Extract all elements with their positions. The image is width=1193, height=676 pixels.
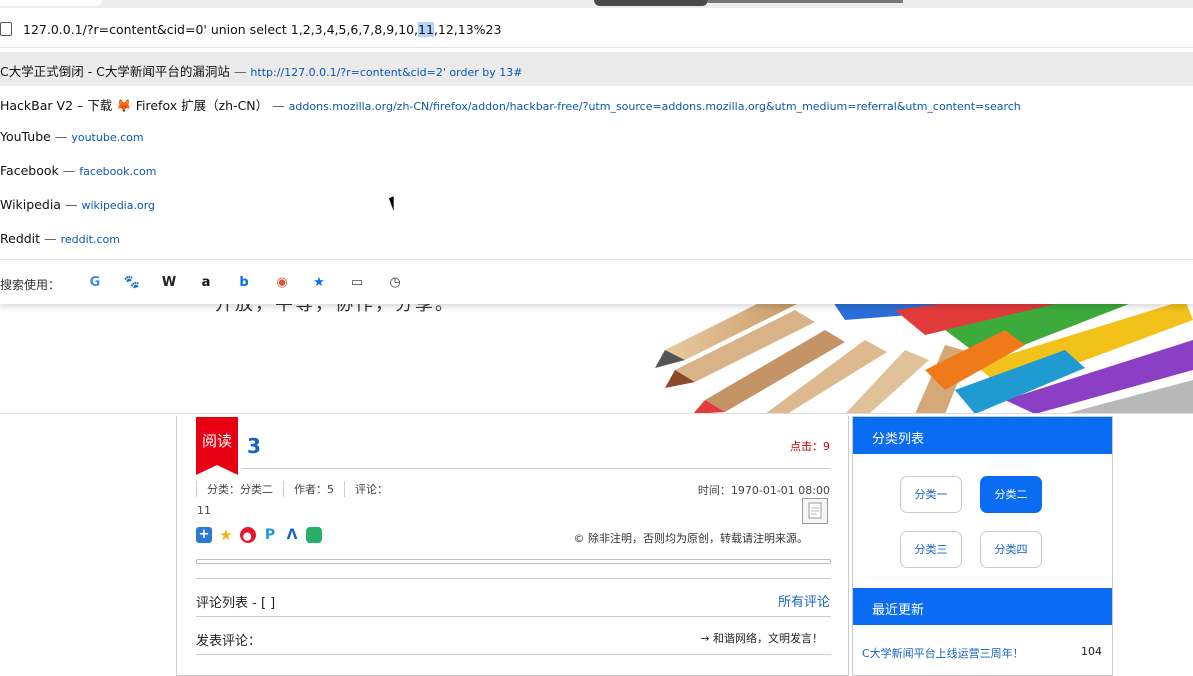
suggestion-item[interactable]: HackBar V2 – 下载 🦊 Firefox 扩展（zh-CN） — addo…: [0, 86, 1193, 120]
suggestion-item[interactable]: C大学正式倒闭 - C大学新闻平台的漏洞站 — http://127.0.0.1/?…: [0, 52, 1193, 86]
recent-heading: 最近更新: [853, 588, 1112, 625]
article-meta: 分类：分类二 作者：5 评论：: [196, 481, 398, 497]
category-button-4[interactable]: 分类四: [980, 531, 1042, 568]
suggestion-item[interactable]: Wikipedia — wikipedia.org: [0, 188, 1193, 222]
meta-value: 11: [197, 504, 211, 517]
search-with-label: 搜索使用：: [0, 278, 61, 292]
toolbar-segment: [708, 0, 903, 3]
suggestion-url: wikipedia.org: [81, 199, 156, 212]
separator: [196, 616, 831, 617]
history-icon[interactable]: ◷: [386, 274, 404, 292]
post-comment-title: 发表评论：: [196, 634, 262, 649]
suggestion-url: http://127.0.0.1/?r=content&cid=2' order…: [250, 66, 523, 79]
suggestion-url: addons.mozilla.org/zh-CN/firefox/addon/h…: [288, 100, 1021, 113]
meta-author: 作者：5: [283, 481, 344, 497]
url-suffix: ,12,13%23: [433, 22, 502, 37]
suggestion-item[interactable]: Facebook — facebook.com: [0, 154, 1193, 188]
search-engines-row: 搜索使用： G 🐾 Wa b ◉ ★ ▭ ◷: [0, 259, 1193, 304]
comments-title: 评论列表 - [ ]: [196, 596, 276, 611]
share-qzone-icon[interactable]: ★: [218, 527, 234, 543]
bing-icon[interactable]: b: [235, 274, 253, 292]
amazon-icon[interactable]: a: [197, 274, 215, 292]
suggestion-item[interactable]: Reddit — reddit.com: [0, 222, 1193, 256]
suggestion-title: Reddit: [0, 231, 41, 246]
suggestion-item[interactable]: YouTube — youtube.com: [0, 120, 1193, 154]
share-icons: + ★ P Λ: [196, 527, 322, 543]
suggestion-title: HackBar V2 – 下载 🦊 Firefox 扩展（zh-CN）: [0, 98, 269, 113]
google-icon[interactable]: G: [86, 274, 104, 292]
share-renren-icon[interactable]: P: [262, 527, 278, 543]
category-button-2[interactable]: 分类二: [980, 476, 1042, 513]
share-kaixin-icon[interactable]: Λ: [284, 527, 300, 543]
baidu-icon[interactable]: 🐾: [123, 274, 141, 292]
document-icon[interactable]: [802, 498, 828, 524]
meta-time: 时间：1970-01-01 08:00: [697, 484, 830, 497]
wikipedia-icon[interactable]: W: [160, 274, 178, 292]
suggestion-title: Facebook: [0, 163, 59, 178]
suggestion-title: C大学正式倒闭 - C大学新闻平台的漏洞站: [0, 64, 230, 79]
meta-category: 分类：分类二: [196, 481, 283, 497]
separator: [196, 578, 831, 579]
meta-comments: 评论：: [344, 481, 398, 497]
read-badge: 阅读: [196, 417, 238, 475]
tabs-icon[interactable]: ▭: [348, 274, 366, 292]
suggestion-title: YouTube: [0, 129, 51, 144]
title-divider: [242, 468, 830, 469]
suggestion-url: facebook.com: [79, 165, 157, 178]
bookmarks-star-icon[interactable]: ★: [310, 274, 328, 292]
click-count: 点击：9: [790, 440, 830, 453]
toolbar-segment: [0, 0, 102, 6]
url-dropdown: 127.0.0.1/?r=content&cid=0' union select…: [0, 0, 1193, 304]
toolbar-strip: [0, 0, 1193, 8]
suggestion-title: Wikipedia: [0, 197, 61, 212]
divider: [0, 413, 1193, 414]
article-title[interactable]: 3: [247, 434, 261, 458]
url-prefix: 127.0.0.1/?r=content&cid=0' union select…: [23, 22, 419, 37]
progress-bar: [196, 559, 831, 564]
recent-item-count: 104: [1081, 645, 1102, 658]
sidebar: 分类列表 分类一 分类二 分类三 分类四 最近更新 C大学新闻平台上线运营三周年…: [852, 416, 1113, 676]
page-icon: [0, 22, 12, 36]
toolbar-segment: [594, 0, 708, 6]
article-card: 阅读 3 点击：9 分类：分类二 作者：5 评论： 时间：1970-01-01 …: [176, 416, 849, 676]
category-button-1[interactable]: 分类一: [900, 476, 962, 513]
categories-heading: 分类列表: [853, 417, 1112, 454]
duckduckgo-icon[interactable]: ◉: [273, 274, 291, 292]
share-wechat-icon[interactable]: [306, 527, 322, 543]
separator: [196, 654, 831, 655]
address-bar[interactable]: 127.0.0.1/?r=content&cid=0' union select…: [0, 10, 1193, 48]
url-selection: 11: [418, 22, 434, 37]
suggestion-url: reddit.com: [60, 233, 120, 246]
category-button-3[interactable]: 分类三: [900, 531, 962, 568]
copyright-note: © 除非注明，否则均为原创，转载请注明来源。: [573, 532, 809, 545]
share-plus-icon[interactable]: +: [196, 527, 212, 543]
address-input[interactable]: 127.0.0.1/?r=content&cid=0' union select…: [23, 22, 501, 37]
suggestion-url: youtube.com: [71, 131, 144, 144]
share-weibo-icon[interactable]: [240, 527, 256, 543]
pencils-image: [645, 290, 1193, 414]
all-comments-link[interactable]: 所有评论: [778, 591, 830, 610]
civil-note: → 和谐网络，文明发言！: [700, 632, 823, 645]
